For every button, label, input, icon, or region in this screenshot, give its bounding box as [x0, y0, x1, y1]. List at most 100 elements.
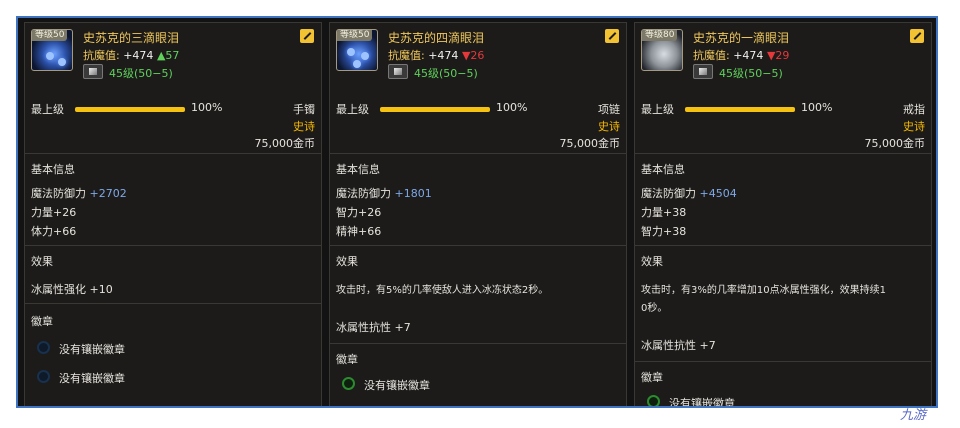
magic-resist-value: 抗魔值: +474 ▲57	[83, 47, 179, 63]
gem-icon	[58, 58, 66, 66]
emblem-socket-icon	[342, 377, 355, 390]
item-price: 75,000金币	[864, 137, 926, 150]
edit-icon[interactable]	[300, 29, 314, 43]
divider	[330, 343, 626, 344]
upgrade-percent: 100%	[801, 101, 833, 114]
edit-icon[interactable]	[605, 29, 619, 43]
upgrade-label: 最上级	[641, 103, 674, 116]
stat-magic-defense-value: +1801	[394, 187, 432, 200]
section-title-basic: 基本信息	[31, 163, 75, 176]
item-card-bracelet: 等级50 史苏克的三滴眼泪 抗魔值: +474 ▲57 45级(50−5) 最上…	[24, 22, 322, 406]
item-price: 75,000金币	[559, 137, 621, 150]
item-level-badge: 等级50	[337, 30, 373, 41]
item-level-badge: 等级50	[32, 30, 68, 41]
stat-magic-defense-label: 魔法防御力	[641, 187, 696, 200]
emblem-slot-text: 没有镶嵌徽章	[669, 397, 735, 408]
upgrade-progress-bar	[685, 107, 795, 112]
item-icon-ring: 等级80	[641, 29, 683, 71]
item-header: 等级80 史苏克的一滴眼泪 抗魔值: +474 ▼29 45级(50−5)	[635, 23, 931, 85]
emblem-socket-icon	[647, 395, 660, 406]
upgrade-label: 最上级	[31, 103, 64, 116]
magic-resist-value: 抗魔值: +474 ▼29	[693, 47, 789, 63]
section-title-emblem: 徽章	[336, 353, 358, 366]
divider	[635, 153, 931, 154]
effect-text-2: 冰属性抗性 +7	[336, 321, 411, 334]
edit-icon[interactable]	[910, 29, 924, 43]
item-price: 75,000金币	[254, 137, 316, 150]
item-icon-necklace: 等级50	[336, 29, 378, 71]
upgrade-label: 最上级	[336, 103, 369, 116]
item-name: 史苏克的三滴眼泪	[83, 31, 180, 45]
divider	[330, 245, 626, 246]
item-slot: 戒指	[903, 103, 925, 116]
effect-text-line-2: 0秒。	[641, 303, 668, 314]
section-title-effect: 效果	[641, 255, 663, 268]
stat-magic-defense-value: +4504	[699, 187, 737, 200]
item-slot: 手镯	[293, 103, 315, 116]
divider	[25, 303, 321, 304]
stat-2: 力量+38	[641, 206, 687, 219]
section-title-emblem: 徽章	[31, 315, 53, 328]
tooltip-comparison-frame: 等级50 史苏克的三滴眼泪 抗魔值: +474 ▲57 45级(50−5) 最上…	[16, 16, 938, 408]
magic-resist-number: +474	[733, 49, 764, 62]
stat-3: 体力+66	[31, 225, 77, 238]
item-grade: 45级(50−5)	[414, 67, 478, 80]
magic-resist-change-up: ▲57	[156, 49, 180, 62]
item-card-necklace: 等级50 史苏克的四滴眼泪 抗魔值: +474 ▼26 45级(50−5) 最上…	[329, 22, 627, 406]
effect-text-2: 冰属性抗性 +7	[641, 339, 716, 352]
divider	[635, 245, 931, 246]
stat-magic-defense: 魔法防御力 +1801	[336, 185, 432, 201]
upgrade-progress-bar	[75, 107, 185, 112]
anvil-icon	[388, 64, 408, 79]
item-rarity: 史诗	[293, 120, 315, 133]
item-name: 史苏克的四滴眼泪	[388, 31, 485, 45]
magic-resist-value: 抗魔值: +474 ▼26	[388, 47, 484, 63]
magic-resist-number: +474	[123, 49, 154, 62]
item-slot: 项链	[598, 103, 620, 116]
emblem-slot-text: 没有镶嵌徽章	[364, 379, 430, 392]
emblem-socket-icon	[37, 341, 50, 354]
gem-icon	[361, 52, 369, 60]
stat-3: 智力+38	[641, 225, 687, 238]
divider	[330, 153, 626, 154]
effect-text-line-1: 攻击时，有3%的几率增加10点冰属性强化，效果持续1	[641, 285, 886, 296]
section-title-emblem: 徽章	[641, 371, 663, 384]
section-title-basic: 基本信息	[641, 163, 685, 176]
stat-magic-defense-value: +2702	[89, 187, 127, 200]
magic-resist-label: 抗魔值:	[83, 49, 120, 62]
magic-resist-label: 抗魔值:	[693, 49, 730, 62]
section-title-effect: 效果	[336, 255, 358, 268]
stat-magic-defense: 魔法防御力 +2702	[31, 185, 127, 201]
section-title-basic: 基本信息	[336, 163, 380, 176]
item-grade: 45级(50−5)	[719, 67, 783, 80]
item-icon-bracelet: 等级50	[31, 29, 73, 71]
divider	[25, 245, 321, 246]
gem-icon	[347, 48, 355, 56]
site-watermark-logo: 九游	[900, 408, 927, 423]
stat-2: 力量+26	[31, 206, 77, 219]
magic-resist-label: 抗魔值:	[388, 49, 425, 62]
item-header: 等级50 史苏克的四滴眼泪 抗魔值: +474 ▼26 45级(50−5)	[330, 23, 626, 85]
stat-magic-defense: 魔法防御力 +4504	[641, 185, 737, 201]
emblem-socket-icon	[37, 370, 50, 383]
magic-resist-change-down: ▼26	[461, 49, 485, 62]
stat-3: 精神+66	[336, 225, 382, 238]
item-grade: 45级(50−5)	[109, 67, 173, 80]
stat-magic-defense-label: 魔法防御力	[336, 187, 391, 200]
effect-text: 攻击时，有5%的几率使敌人进入冰冻状态2秒。	[336, 285, 549, 296]
item-card-ring: 等级80 史苏克的一滴眼泪 抗魔值: +474 ▼29 45级(50−5) 最上…	[634, 22, 932, 408]
item-level-badge: 等级80	[642, 30, 678, 41]
effect-text: 冰属性强化 +10	[31, 283, 113, 296]
stat-2: 智力+26	[336, 206, 382, 219]
stat-magic-defense-label: 魔法防御力	[31, 187, 86, 200]
magic-resist-change-down: ▼29	[766, 49, 790, 62]
gem-icon	[353, 60, 361, 68]
emblem-slot-text: 没有镶嵌徽章	[59, 343, 125, 356]
emblem-slot-text: 没有镶嵌徽章	[59, 372, 125, 385]
item-header: 等级50 史苏克的三滴眼泪 抗魔值: +474 ▲57 45级(50−5)	[25, 23, 321, 85]
divider	[635, 361, 931, 362]
upgrade-progress-bar	[380, 107, 490, 112]
upgrade-percent: 100%	[496, 101, 528, 114]
anvil-icon	[83, 64, 103, 79]
gem-icon	[46, 52, 54, 60]
